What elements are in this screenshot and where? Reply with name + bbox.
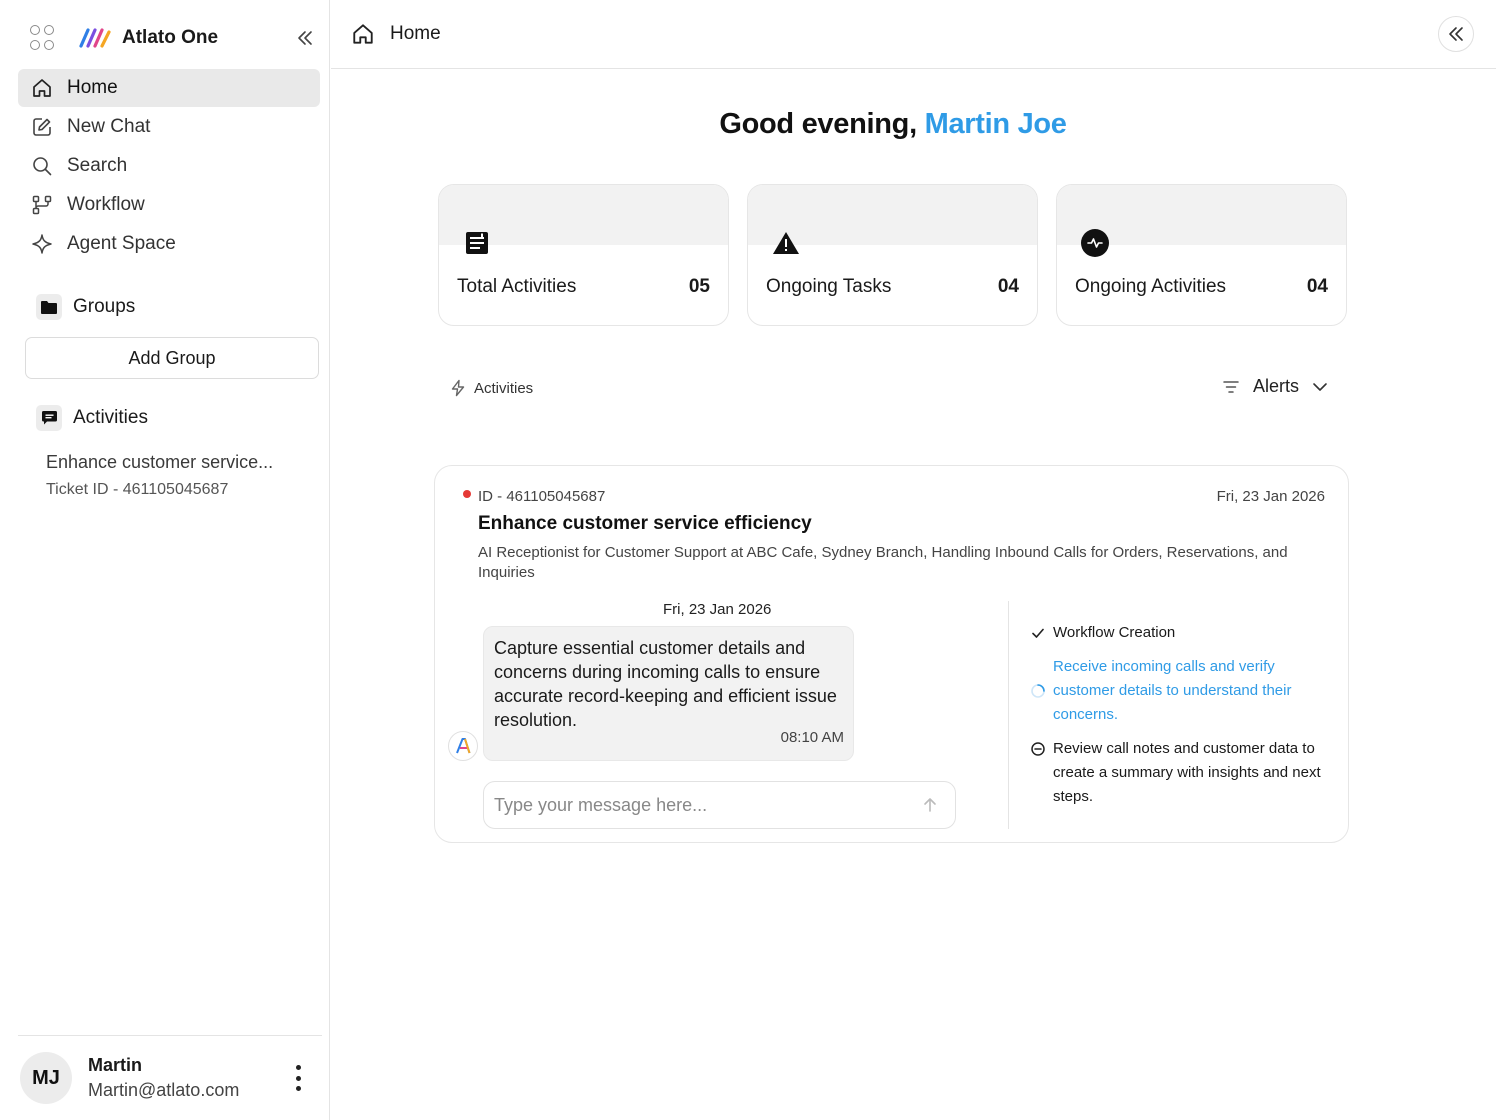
stat-value: 04 <box>1306 276 1328 297</box>
chat-message-text: Capture essential customer details and c… <box>494 638 837 730</box>
greeting-prefix: Good evening, <box>719 108 925 140</box>
collapse-sidebar-icon[interactable] <box>292 25 318 51</box>
activity-id: ID - 461105045687 <box>478 488 606 505</box>
stat-value: 05 <box>688 276 710 297</box>
alerts-dropdown[interactable]: Alerts <box>1221 376 1329 397</box>
nav-item-new-chat[interactable]: New Chat <box>18 108 320 146</box>
nav-label: Agent Space <box>67 233 176 254</box>
alerts-dropdown-label: Alerts <box>1252 376 1299 396</box>
sidebar-nav: Home New Chat Search Workflow Agent Spac… <box>18 69 320 264</box>
groups-label: Groups <box>73 296 136 317</box>
breadcrumb: Home <box>390 23 441 44</box>
send-arrow-icon[interactable] <box>921 796 939 814</box>
pulse-icon <box>1081 229 1109 257</box>
chevron-down-icon <box>1313 382 1327 391</box>
card-divider <box>1008 601 1009 829</box>
step-text: Review call notes and customer data to c… <box>1053 740 1321 805</box>
user-email: Martin@atlato.com <box>88 1080 240 1100</box>
workflow-steps: Workflow Creation Receive incoming calls… <box>1030 621 1340 819</box>
apps-grid-icon[interactable] <box>30 25 56 51</box>
brand-name: Atlato One <box>122 27 219 48</box>
sparkle-icon <box>30 232 54 256</box>
nav-label: New Chat <box>67 116 151 137</box>
stat-value: 04 <box>997 276 1019 297</box>
home-icon <box>353 24 373 44</box>
loading-spinner-icon <box>1031 684 1045 698</box>
step-text: Workflow Creation <box>1053 624 1176 641</box>
check-icon <box>1032 628 1044 638</box>
user-name: Martin <box>88 1055 142 1075</box>
activities-filter-row: Activities Alerts <box>449 376 1329 404</box>
activity-card-title: Enhance customer service efficiency <box>478 513 812 534</box>
workflow-icon <box>30 193 54 217</box>
stat-card-ongoing-tasks[interactable]: Ongoing Tasks 04 <box>747 184 1038 326</box>
double-chevron-left-icon <box>1449 27 1463 41</box>
step-text: Receive incoming calls and verify custom… <box>1053 658 1292 723</box>
message-input-box <box>483 781 956 829</box>
status-dot <box>463 490 471 498</box>
groups-section-header[interactable]: Groups <box>36 294 135 320</box>
user-info: Martin Martin@atlato.com <box>88 1055 239 1101</box>
activity-list-item[interactable]: Enhance customer service... Ticket ID - … <box>46 452 316 499</box>
nav-label: Home <box>67 77 118 98</box>
activities-section-header[interactable]: Activities <box>36 405 148 431</box>
workflow-step-pending: Review call notes and customer data to c… <box>1030 737 1340 809</box>
warning-icon <box>772 229 800 257</box>
nav-item-workflow[interactable]: Workflow <box>18 186 320 224</box>
greeting-heading: Good evening, Martin Joe <box>331 108 1455 141</box>
topbar: Home <box>331 0 1496 69</box>
activity-title: Enhance customer service... <box>46 452 274 472</box>
stat-card-total-activities[interactable]: Total Activities 05 <box>438 184 729 326</box>
stat-label: Ongoing Tasks <box>766 276 892 297</box>
activities-label: Activities <box>73 407 148 428</box>
avatar[interactable]: MJ <box>20 1052 72 1104</box>
workflow-step-done: Workflow Creation <box>1030 621 1340 645</box>
folder-icon <box>36 294 62 320</box>
stat-label: Total Activities <box>457 276 577 297</box>
sidebar: Atlato One Home New Chat Search Workflow… <box>0 0 330 1120</box>
edit-icon <box>30 115 54 139</box>
more-vertical-icon[interactable] <box>288 1063 308 1093</box>
workflow-step-in-progress[interactable]: Receive incoming calls and verify custom… <box>1030 655 1340 727</box>
stat-label: Ongoing Activities <box>1075 276 1227 297</box>
bolt-icon <box>451 379 465 397</box>
activities-tab-label: Activities <box>474 379 534 397</box>
atlato-logo-icon <box>79 28 111 48</box>
search-icon <box>30 154 54 178</box>
chat-date-separator: Fri, 23 Jan 2026 <box>663 601 772 618</box>
stat-card-ongoing-activities[interactable]: Ongoing Activities 04 <box>1056 184 1347 326</box>
nav-label: Search <box>67 155 128 176</box>
greeting-user-name: Martin Joe <box>924 108 1067 140</box>
document-list-icon <box>463 229 491 257</box>
chat-message-bubble: Capture essential customer details and c… <box>483 626 854 761</box>
home-icon <box>30 76 54 100</box>
nav-item-search[interactable]: Search <box>18 147 320 185</box>
chat-message-time: 08:10 AM <box>780 729 844 746</box>
clock-icon <box>1031 742 1045 756</box>
collapse-panel-button[interactable] <box>1438 16 1474 52</box>
activity-card: ID - 461105045687 Fri, 23 Jan 2026 Enhan… <box>434 465 1349 843</box>
agent-avatar-icon <box>448 731 478 761</box>
sidebar-header: Atlato One <box>18 18 318 58</box>
nav-item-home[interactable]: Home <box>18 69 320 107</box>
nav-item-agent-space[interactable]: Agent Space <box>18 225 320 263</box>
activity-card-description: AI Receptionist for Customer Support at … <box>478 544 1288 581</box>
message-input[interactable] <box>494 794 904 816</box>
filter-lines-icon <box>1223 380 1239 393</box>
add-group-button[interactable]: Add Group <box>25 337 319 379</box>
nav-label: Workflow <box>67 194 145 215</box>
message-icon <box>36 405 62 431</box>
user-profile: MJ Martin Martin@atlato.com <box>18 1035 322 1120</box>
activities-tab[interactable]: Activities <box>449 379 533 397</box>
activity-ticket-id: Ticket ID - 461105045687 <box>46 481 229 498</box>
activity-date: Fri, 23 Jan 2026 <box>1216 488 1325 505</box>
